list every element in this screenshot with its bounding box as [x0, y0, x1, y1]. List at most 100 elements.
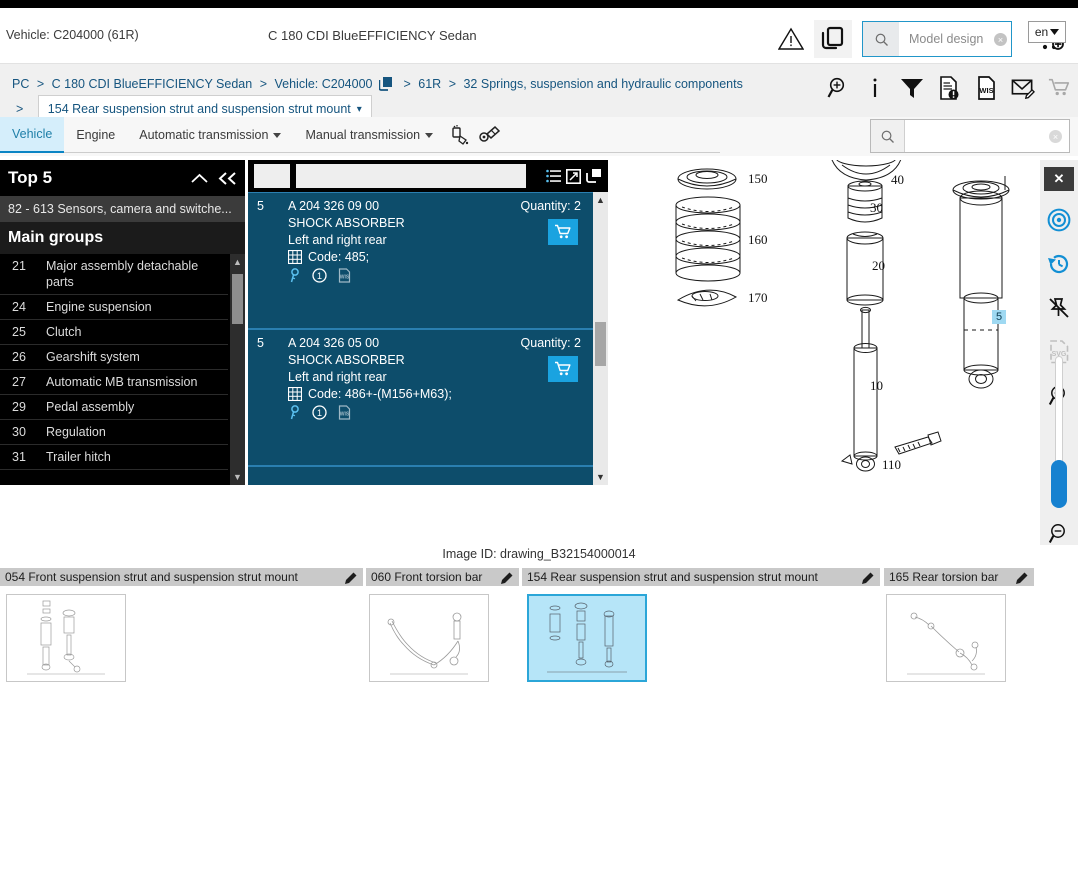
breadcrumb-item-0[interactable]: PC	[12, 77, 29, 91]
top5-item-0[interactable]: 82 - 613 Sensors, camera and switche...	[0, 196, 245, 222]
double-chevron-left-icon[interactable]	[218, 171, 237, 185]
list-view-icon[interactable]	[546, 169, 561, 183]
zoom-slider-handle[interactable]	[1051, 460, 1067, 508]
chevron-down-icon[interactable]	[425, 132, 434, 138]
mail-edit-icon[interactable]	[1011, 74, 1035, 102]
parts-filter-input[interactable]	[296, 164, 526, 188]
tools-icon[interactable]	[475, 117, 505, 153]
thumbnail-caption[interactable]: 054 Front suspension strut and suspensio…	[0, 568, 363, 586]
thumbnail-caption[interactable]: 154 Rear suspension strut and suspension…	[522, 568, 880, 586]
parts-scrollbar[interactable]: ▲ ▼	[593, 192, 608, 485]
breadcrumb-item-1[interactable]: C 180 CDI BlueEFFICIENCY Sedan	[52, 77, 253, 91]
close-icon[interactable]: ×	[1049, 130, 1062, 143]
add-to-cart-button[interactable]	[548, 219, 578, 245]
thumbnail-image[interactable]	[369, 594, 489, 682]
info-circle-icon[interactable]: 1	[312, 268, 327, 283]
sidebar-item-21[interactable]: 21 Major assembly detachable parts	[0, 254, 228, 295]
paint-spray-icon[interactable]	[445, 117, 475, 153]
tab-engine[interactable]: Engine	[64, 117, 127, 153]
history-reset-button[interactable]	[1040, 242, 1078, 286]
table-row[interactable]: 5 A 204 326 09 00 SHOCK ABSORBER Left an…	[248, 192, 593, 329]
thumbnail-caption[interactable]: 165 Rear torsion bar	[884, 568, 1034, 586]
search-icon[interactable]	[863, 22, 899, 56]
tab-automatic-transmission[interactable]: Automatic transmission	[127, 117, 293, 153]
unpin-icon[interactable]	[1047, 296, 1071, 320]
callout-170: 170	[748, 290, 768, 305]
warning-triangle-icon[interactable]	[774, 22, 808, 56]
filter-icon[interactable]	[900, 74, 924, 102]
scroll-up-arrow[interactable]: ▲	[593, 195, 608, 205]
callout-5-highlight[interactable]: 5	[992, 310, 1007, 324]
breadcrumb-item-3[interactable]: 61R	[418, 77, 441, 91]
scroll-up-arrow[interactable]: ▲	[230, 257, 245, 267]
wis-doc-icon[interactable]: WIS	[338, 405, 351, 420]
popout-icon[interactable]	[586, 168, 602, 184]
chevron-up-icon[interactable]	[191, 173, 208, 184]
wis-document-icon[interactable]: WIS	[974, 74, 998, 102]
breadcrumb-item-2[interactable]: Vehicle: C204000	[275, 77, 373, 91]
table-row-partial[interactable]	[248, 466, 593, 485]
callout-30: 30	[870, 200, 883, 215]
edit-icon[interactable]	[862, 571, 875, 584]
model-design-input[interactable]: Model design ×	[899, 22, 1011, 56]
nav-search-box[interactable]: ×	[870, 119, 1070, 153]
sidebar-item-26[interactable]: 26 Gearshift system	[0, 345, 228, 370]
chevron-down-icon[interactable]	[273, 132, 282, 138]
zoom-out-button[interactable]	[1040, 512, 1078, 545]
sidebar-item-30[interactable]: 30 Regulation	[0, 420, 228, 445]
expand-icon[interactable]	[566, 168, 581, 184]
zoom-out-icon[interactable]	[1048, 522, 1070, 545]
key-icon[interactable]	[288, 268, 301, 283]
target-button[interactable]	[1040, 198, 1078, 242]
language-selector[interactable]: en	[1028, 21, 1066, 43]
tab-manual-transmission-label: Manual transmission	[305, 128, 421, 142]
info-circle-icon[interactable]: 1	[312, 405, 327, 420]
wis-doc-icon[interactable]: WIS	[338, 268, 351, 283]
zoom-search-icon[interactable]	[826, 74, 850, 102]
thumbnail-caption[interactable]: 060 Front torsion bar	[366, 568, 519, 586]
key-icon[interactable]	[288, 405, 301, 420]
history-reset-icon[interactable]	[1047, 252, 1071, 276]
table-row[interactable]: 5 A 204 326 05 00 SHOCK ABSORBER Left an…	[248, 329, 593, 466]
sidebar-scrollbar[interactable]: ▲ ▼	[230, 254, 245, 485]
model-design-search[interactable]: Model design ×	[862, 21, 1012, 57]
scroll-down-arrow[interactable]: ▼	[593, 472, 608, 482]
target-icon[interactable]	[1047, 208, 1071, 232]
scrollbar-thumb[interactable]	[595, 322, 606, 366]
document-alert-icon[interactable]	[937, 74, 961, 102]
sidebar-item-24[interactable]: 24 Engine suspension	[0, 295, 228, 320]
scroll-down-arrow[interactable]: ▼	[230, 472, 245, 482]
edit-icon[interactable]	[501, 571, 514, 584]
group-number: 21	[12, 259, 26, 273]
breadcrumb-item-4[interactable]: 32 Springs, suspension and hydraulic com…	[463, 77, 742, 91]
cart-icon[interactable]	[1048, 74, 1072, 102]
edit-icon[interactable]	[345, 571, 358, 584]
close-drawing-button[interactable]: ✕	[1040, 160, 1078, 198]
drawing-viewport[interactable]: 150 160 170 40 30 20 10 110 5 ✕ SVG	[620, 160, 1078, 545]
info-icon[interactable]	[863, 74, 887, 102]
edit-icon[interactable]	[1016, 571, 1029, 584]
tab-vehicle[interactable]: Vehicle	[0, 117, 65, 153]
copy-documents-icon[interactable]	[814, 20, 852, 58]
zoom-slider-track[interactable]	[1055, 356, 1063, 476]
sidebar-item-31[interactable]: 31 Trailer hitch	[0, 445, 228, 470]
sidebar-item-29[interactable]: 29 Pedal assembly	[0, 395, 228, 420]
search-icon[interactable]	[871, 120, 905, 152]
breadcrumb-separator: >	[259, 77, 268, 91]
thumbnail-image-selected[interactable]	[527, 594, 647, 682]
nav-search-field[interactable]: ×	[905, 120, 1069, 152]
part-position: Left and right rear	[288, 233, 387, 247]
callout-40: 40	[891, 172, 904, 187]
parts-filter-prefix[interactable]	[254, 164, 290, 188]
tab-manual-transmission[interactable]: Manual transmission	[293, 117, 445, 153]
scrollbar-thumb[interactable]	[232, 274, 243, 324]
thumbnail-image[interactable]	[6, 594, 126, 682]
sidebar-item-27[interactable]: 27 Automatic MB transmission	[0, 370, 228, 395]
close-drawing-icon[interactable]: ✕	[1044, 167, 1074, 191]
add-to-cart-button[interactable]	[548, 356, 578, 382]
unpin-button[interactable]	[1040, 286, 1078, 330]
close-icon[interactable]: ×	[994, 33, 1007, 46]
thumbnail-image[interactable]	[886, 594, 1006, 682]
sidebar-item-25[interactable]: 25 Clutch	[0, 320, 228, 345]
copy-icon[interactable]	[378, 76, 393, 91]
